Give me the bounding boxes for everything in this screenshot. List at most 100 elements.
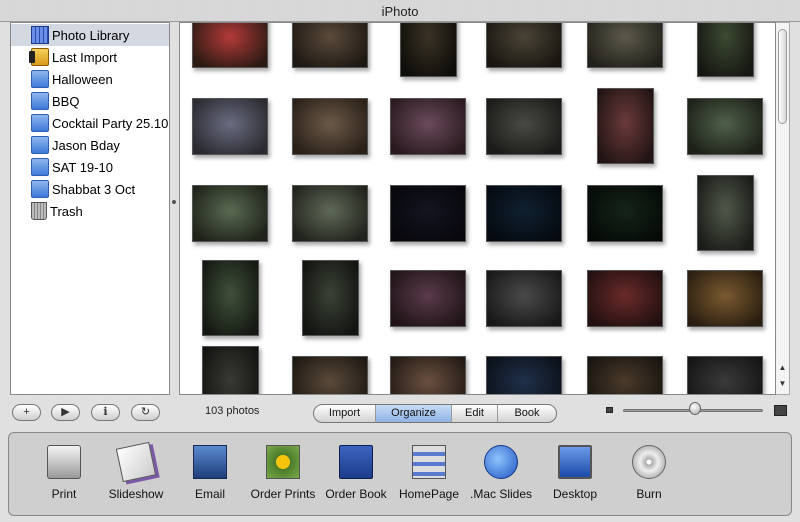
photo-thumbnail[interactable] <box>390 97 466 155</box>
add-album-button[interactable]: + <box>12 404 41 421</box>
sidebar-item-label: Cocktail Party 25.10 <box>52 115 169 131</box>
sidebar-item-label: Last Import <box>52 49 118 65</box>
photo-thumbnail[interactable] <box>486 23 562 68</box>
photo-thumbnail[interactable] <box>687 97 763 155</box>
iphoto-window: iPhoto Photo Library Last Import Halloween… <box>0 0 800 522</box>
info-button[interactable]: ℹ <box>91 404 120 421</box>
album-icon <box>31 114 49 132</box>
sidebar-item-shabbat-3-oct[interactable]: Shabbat 3 Oct <box>11 178 169 200</box>
rotate-button[interactable]: ↻ <box>131 404 160 421</box>
photo-thumbnail[interactable] <box>292 23 368 68</box>
scroll-down-arrow-icon[interactable]: ▼ <box>778 379 787 388</box>
photo-thumbnail[interactable] <box>292 355 368 394</box>
slideshow-button[interactable]: Slideshow <box>98 441 174 511</box>
photo-thumbnail[interactable] <box>587 23 663 68</box>
photo-thumbnail[interactable] <box>292 184 368 242</box>
tool-label: Desktop <box>552 487 598 501</box>
tool-label: Order Book <box>325 487 387 501</box>
album-icon <box>31 92 49 110</box>
photo-thumbnail[interactable] <box>696 175 754 251</box>
play-slideshow-button[interactable]: ▶ <box>51 404 80 421</box>
desktop-icon <box>558 445 592 479</box>
tool-label: Burn <box>636 487 662 501</box>
photo-thumbnail[interactable] <box>399 23 457 77</box>
desktop-button[interactable]: Desktop <box>537 441 613 511</box>
album-icon <box>31 136 49 154</box>
email-icon <box>193 445 227 479</box>
photo-thumbnail[interactable] <box>587 269 663 327</box>
tool-label: Slideshow <box>108 487 164 501</box>
sidebar-item-trash[interactable]: Trash <box>11 200 169 222</box>
vertical-scrollbar[interactable]: ▲ ▼ <box>776 22 790 395</box>
photo-thumbnail[interactable] <box>486 355 562 394</box>
organize-toolbar: + ▶ ℹ ↻ 103 photos Import Organize Edit … <box>0 397 800 427</box>
tool-label: .Mac Slides <box>469 487 533 501</box>
photo-thumbnail[interactable] <box>587 355 663 394</box>
photo-thumbnail[interactable] <box>192 23 268 68</box>
sidebar-item-last-import[interactable]: Last Import <box>11 46 169 68</box>
pane-splitter[interactable] <box>171 200 177 206</box>
photo-thumbnail[interactable] <box>301 260 359 336</box>
order-book-button[interactable]: Order Book <box>318 441 394 511</box>
tools-pane: Print Slideshow Email Order Prints Order Boo… <box>8 432 792 516</box>
mode-organize[interactable]: Organize <box>376 405 452 422</box>
trash-icon <box>31 202 47 220</box>
sidebar-item-halloween[interactable]: Halloween <box>11 68 169 90</box>
photo-thumbnail[interactable] <box>687 269 763 327</box>
burn-button[interactable]: Burn <box>611 441 687 511</box>
photo-thumbnail[interactable] <box>486 97 562 155</box>
photo-thumbnail[interactable] <box>687 355 763 394</box>
email-button[interactable]: Email <box>172 441 248 511</box>
burn-icon <box>632 445 666 479</box>
source-list: Photo Library Last Import Halloween BBQ Cock… <box>10 22 170 395</box>
sidebar-item-label: Trash <box>50 203 83 219</box>
photo-thumbnail[interactable] <box>390 355 466 394</box>
photo-thumbnail[interactable] <box>696 23 754 77</box>
photo-thumbnail[interactable] <box>201 260 259 336</box>
mode-selector: Import Organize Edit Book <box>313 404 557 423</box>
printer-button[interactable]: Print <box>26 441 102 511</box>
tool-label: Order Prints <box>250 487 316 501</box>
film-roll-icon <box>29 48 49 66</box>
info-icon: ℹ <box>103 406 108 418</box>
order-book-icon <box>339 445 373 479</box>
sidebar-item-label: Shabbat 3 Oct <box>52 181 136 197</box>
small-size-icon <box>606 407 613 413</box>
photo-thumbnail[interactable] <box>390 269 466 327</box>
mode-edit[interactable]: Edit <box>452 405 498 422</box>
mode-book[interactable]: Book <box>498 405 556 422</box>
homepage-button[interactable]: HomePage <box>391 441 467 511</box>
mode-import[interactable]: Import <box>314 405 376 422</box>
sidebar-item-label: Halloween <box>52 71 113 87</box>
mac-slides-icon <box>484 445 518 479</box>
order-prints-button[interactable]: Order Prints <box>245 441 321 511</box>
photo-thumbnail[interactable] <box>587 184 663 242</box>
sidebar-item-sat-19-10[interactable]: SAT 19-10 <box>11 156 169 178</box>
scroll-thumb[interactable] <box>778 29 787 124</box>
album-icon <box>31 70 49 88</box>
photo-thumbnail[interactable] <box>486 184 562 242</box>
album-icon <box>31 158 49 176</box>
photo-grid <box>179 22 776 395</box>
title-bar[interactable]: iPhoto <box>0 0 800 22</box>
order-prints-icon <box>266 445 300 479</box>
album-icon <box>31 180 49 198</box>
sidebar-item-cocktail-party-25-10[interactable]: Cocktail Party 25.10 <box>11 112 169 134</box>
tool-label: Print <box>51 487 77 501</box>
mac-slides-button[interactable]: .Mac Slides <box>463 441 539 511</box>
play-icon: ▶ <box>61 406 70 418</box>
sidebar-item-photo-library[interactable]: Photo Library <box>11 24 169 46</box>
slider-thumb[interactable] <box>689 402 701 415</box>
photo-thumbnail[interactable] <box>486 269 562 327</box>
photo-thumbnail[interactable] <box>192 184 268 242</box>
sidebar-item-label: Photo Library <box>52 27 130 43</box>
sidebar-item-bbq[interactable]: BBQ <box>11 90 169 112</box>
photo-thumbnail[interactable] <box>201 346 259 394</box>
photo-thumbnail[interactable] <box>596 88 654 164</box>
sidebar-item-jason-bday[interactable]: Jason Bday <box>11 134 169 156</box>
tool-label: HomePage <box>398 487 460 501</box>
photo-thumbnail[interactable] <box>292 97 368 155</box>
photo-thumbnail[interactable] <box>390 184 466 242</box>
photo-thumbnail[interactable] <box>192 97 268 155</box>
scroll-up-arrow-icon[interactable]: ▲ <box>778 363 787 372</box>
